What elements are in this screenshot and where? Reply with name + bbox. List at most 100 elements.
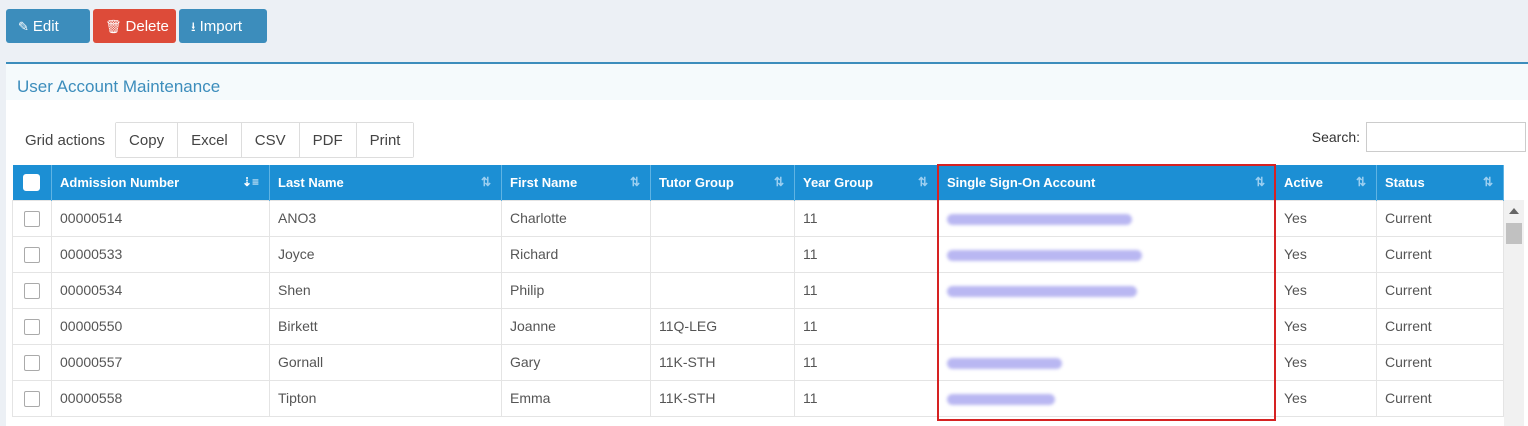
redacted-sso-value — [947, 357, 1062, 369]
sort-asc-icon: ⇣≡ — [241, 175, 259, 189]
col-first-name-label: First Name — [510, 174, 578, 190]
scroll-up-arrow[interactable] — [1509, 208, 1519, 214]
toolbar: ✎ Edit 🗑 Delete ⭳ Import — [6, 9, 267, 43]
year-group-cell: 11 — [794, 343, 939, 381]
excel-button[interactable]: Excel — [177, 123, 241, 157]
grid-actions-label: Grid actions — [25, 131, 106, 149]
col-active-label: Active — [1284, 174, 1324, 190]
table-row[interactable]: 00000557 Gornall Gary 11K-STH 11 Yes Current — [12, 343, 1504, 381]
col-status[interactable]: Status ⇅ — [1376, 165, 1504, 200]
col-tutor-group-label: Tutor Group — [659, 174, 734, 190]
row-select-cell — [12, 199, 52, 237]
sort-icon: ⇅ — [917, 175, 928, 189]
first-name-cell: Richard — [501, 235, 651, 273]
import-button[interactable]: ⭳ Import — [179, 9, 267, 43]
col-year-group-label: Year Group — [803, 174, 874, 190]
trash-icon: 🗑 — [105, 18, 122, 34]
user-table: Admission Number ⇣≡ Last Name ⇅ First Na… — [12, 165, 1504, 417]
panel-title: User Account Maintenance — [17, 77, 221, 96]
tutor-group-cell — [650, 199, 795, 237]
col-active[interactable]: Active ⇅ — [1275, 165, 1377, 200]
row-select-cell — [12, 343, 52, 381]
year-group-cell: 11 — [794, 199, 939, 237]
first-name-cell: Gary — [501, 343, 651, 381]
print-button[interactable]: Print — [355, 123, 414, 157]
sort-icon: ⇅ — [1254, 175, 1265, 189]
delete-button[interactable]: 🗑 Delete — [93, 9, 176, 43]
row-checkbox[interactable] — [24, 282, 40, 299]
admission-number-cell: 00000533 — [51, 235, 270, 273]
active-cell: Yes — [1275, 199, 1377, 237]
row-select-cell — [12, 271, 52, 309]
table-scrollbar[interactable] — [1504, 200, 1524, 426]
status-cell: Current — [1376, 379, 1504, 417]
sort-icon: ⇅ — [1482, 175, 1493, 189]
col-sso-account[interactable]: Single Sign-On Account ⇅ — [938, 165, 1276, 200]
table-row[interactable]: 00000534 Shen Philip 11 Yes Current — [12, 271, 1504, 309]
csv-button[interactable]: CSV — [240, 123, 299, 157]
redacted-sso-value — [947, 213, 1132, 225]
edit-icon: ✎ — [18, 18, 29, 34]
sort-icon: ⇅ — [1355, 175, 1366, 189]
year-group-cell: 11 — [794, 271, 939, 309]
table-row[interactable]: 00000533 Joyce Richard 11 Yes Current — [12, 235, 1504, 273]
grid-actions: Grid actions Copy Excel CSV PDF Print — [16, 122, 415, 158]
year-group-cell: 11 — [794, 235, 939, 273]
admission-number-cell: 00000534 — [51, 271, 270, 309]
active-cell: Yes — [1275, 307, 1377, 345]
last-name-cell: Joyce — [269, 235, 502, 273]
sso-account-cell — [938, 343, 1276, 381]
active-cell: Yes — [1275, 271, 1377, 309]
redacted-sso-value — [947, 249, 1142, 261]
delete-label: Delete — [125, 17, 169, 35]
sort-icon: ⇅ — [773, 175, 784, 189]
active-cell: Yes — [1275, 343, 1377, 381]
row-select-cell — [12, 379, 52, 417]
copy-button[interactable]: Copy — [116, 123, 178, 157]
last-name-cell: Shen — [269, 271, 502, 309]
scroll-thumb[interactable] — [1506, 223, 1522, 244]
status-cell: Current — [1376, 199, 1504, 237]
col-status-label: Status — [1385, 174, 1425, 190]
tutor-group-cell: 11K-STH — [650, 343, 795, 381]
sort-icon: ⇅ — [480, 175, 491, 189]
table-row[interactable]: 00000514 ANO3 Charlotte 11 Yes Current — [12, 199, 1504, 237]
table-header-row: Admission Number ⇣≡ Last Name ⇅ First Na… — [12, 165, 1504, 200]
panel-header: User Account Maintenance — [6, 64, 1528, 100]
last-name-cell: ANO3 — [269, 199, 502, 237]
col-admission-number[interactable]: Admission Number ⇣≡ — [51, 165, 270, 200]
row-checkbox[interactable] — [24, 246, 40, 263]
pdf-button[interactable]: PDF — [298, 123, 356, 157]
row-checkbox[interactable] — [24, 390, 40, 407]
row-checkbox[interactable] — [24, 354, 40, 371]
admission-number-cell: 00000558 — [51, 379, 270, 417]
first-name-cell: Emma — [501, 379, 651, 417]
edit-button[interactable]: ✎ Edit — [6, 9, 90, 43]
col-first-name[interactable]: First Name ⇅ — [501, 165, 651, 200]
sso-account-cell — [938, 307, 1276, 345]
col-last-name[interactable]: Last Name ⇅ — [269, 165, 502, 200]
col-sso-account-label: Single Sign-On Account — [947, 174, 1096, 190]
sso-account-cell — [938, 199, 1276, 237]
sso-account-cell — [938, 235, 1276, 273]
row-checkbox[interactable] — [24, 318, 40, 335]
admission-number-cell: 00000557 — [51, 343, 270, 381]
first-name-cell: Joanne — [501, 307, 651, 345]
search-input[interactable] — [1366, 122, 1526, 152]
select-all-checkbox[interactable] — [23, 173, 41, 191]
year-group-cell: 11 — [794, 307, 939, 345]
col-year-group[interactable]: Year Group ⇅ — [794, 165, 939, 200]
table-row[interactable]: 00000550 Birkett Joanne 11Q-LEG 11 Yes Current — [12, 307, 1504, 345]
tutor-group-cell: 11Q-LEG — [650, 307, 795, 345]
select-all-header — [12, 165, 52, 200]
admission-number-cell: 00000550 — [51, 307, 270, 345]
admission-number-cell: 00000514 — [51, 199, 270, 237]
redacted-sso-value — [947, 393, 1055, 405]
col-tutor-group[interactable]: Tutor Group ⇅ — [650, 165, 795, 200]
table-row[interactable]: 00000558 Tipton Emma 11K-STH 11 Yes Current — [12, 379, 1504, 417]
last-name-cell: Birkett — [269, 307, 502, 345]
row-checkbox[interactable] — [24, 210, 40, 227]
search: Search: — [1312, 122, 1526, 152]
edit-label: Edit — [32, 17, 59, 35]
col-last-name-label: Last Name — [278, 174, 344, 190]
